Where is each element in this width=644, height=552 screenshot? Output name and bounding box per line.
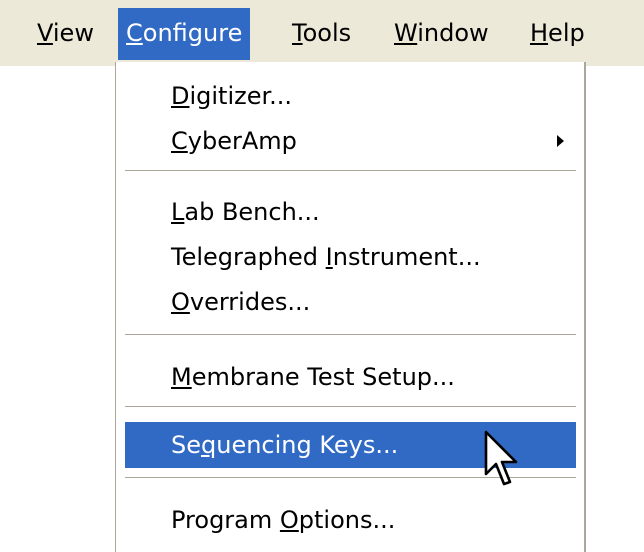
menu-item-membrane-test-setup-mnemonic: M xyxy=(171,363,192,391)
menu-item-program-options-mnemonic: O xyxy=(279,506,299,534)
menu-item-program-options-label: ptions... xyxy=(298,506,396,534)
menu-item-lab-bench[interactable]: Lab Bench... xyxy=(125,189,576,235)
menu-item-digitizer[interactable]: Digitizer... xyxy=(125,73,576,119)
menu-item-digitizer-label: igitizer... xyxy=(189,82,293,110)
menu-configure[interactable]: Configure xyxy=(118,8,251,60)
menu-item-sequencing-keys-prefix: Se xyxy=(171,431,201,459)
menu-window-mnemonic: W xyxy=(394,19,418,47)
menu-help-mnemonic: H xyxy=(530,19,549,47)
menu-item-telegraphed-instrument-mnemonic: I xyxy=(325,243,333,271)
menu-bar: View Configure Tools Window Help xyxy=(0,0,644,66)
menu-item-cyberamp-label: yberAmp xyxy=(187,127,297,155)
menu-item-lab-bench-label: ab Bench... xyxy=(184,198,320,226)
menu-tools[interactable]: Tools xyxy=(284,8,359,60)
menu-item-digitizer-mnemonic: D xyxy=(171,82,190,110)
menu-separator xyxy=(125,334,576,336)
menu-window-label: indow xyxy=(417,19,489,47)
menu-item-telegraphed-instrument[interactable]: Telegraphed Instrument... xyxy=(125,234,576,280)
menu-item-telegraphed-instrument-label: nstrument... xyxy=(332,243,481,271)
menu-item-sequencing-keys-label: uencing Keys... xyxy=(216,431,399,459)
triangle-right-icon xyxy=(557,135,564,147)
menu-item-program-options[interactable]: Program Options... xyxy=(125,497,576,543)
screenshot-stage: View Configure Tools Window Help Digitiz… xyxy=(0,0,644,552)
menu-item-cyberamp-mnemonic: C xyxy=(171,127,188,155)
menu-separator xyxy=(125,406,576,408)
menu-item-overrides-label: verrides... xyxy=(189,288,311,316)
menu-tools-label: ools xyxy=(302,19,352,47)
mouse-pointer-icon xyxy=(484,430,518,486)
menu-item-overrides-mnemonic: O xyxy=(171,288,190,316)
menu-item-overrides[interactable]: Overrides... xyxy=(125,279,576,325)
menu-help[interactable]: Help xyxy=(522,8,593,60)
menu-item-program-options-prefix: Program xyxy=(171,506,280,534)
menu-configure-mnemonic: C xyxy=(126,19,143,47)
menu-configure-label: onfigure xyxy=(142,19,243,47)
menu-view[interactable]: View xyxy=(29,8,102,60)
menu-view-label: iew xyxy=(52,19,94,47)
menu-item-sequencing-keys-mnemonic: q xyxy=(201,431,217,459)
menu-view-mnemonic: V xyxy=(37,19,53,47)
menu-item-membrane-test-setup[interactable]: Membrane Test Setup... xyxy=(125,354,576,400)
menu-item-lab-bench-mnemonic: L xyxy=(171,198,185,226)
menu-item-membrane-test-setup-label: embrane Test Setup... xyxy=(191,363,455,391)
menu-help-label: elp xyxy=(548,19,585,47)
menu-item-cyberamp[interactable]: CyberAmp xyxy=(125,118,576,164)
menu-tools-mnemonic: T xyxy=(292,19,303,47)
menu-window[interactable]: Window xyxy=(386,8,497,60)
menu-item-telegraphed-instrument-prefix: Telegraphed xyxy=(171,243,326,271)
menu-separator xyxy=(125,170,576,172)
